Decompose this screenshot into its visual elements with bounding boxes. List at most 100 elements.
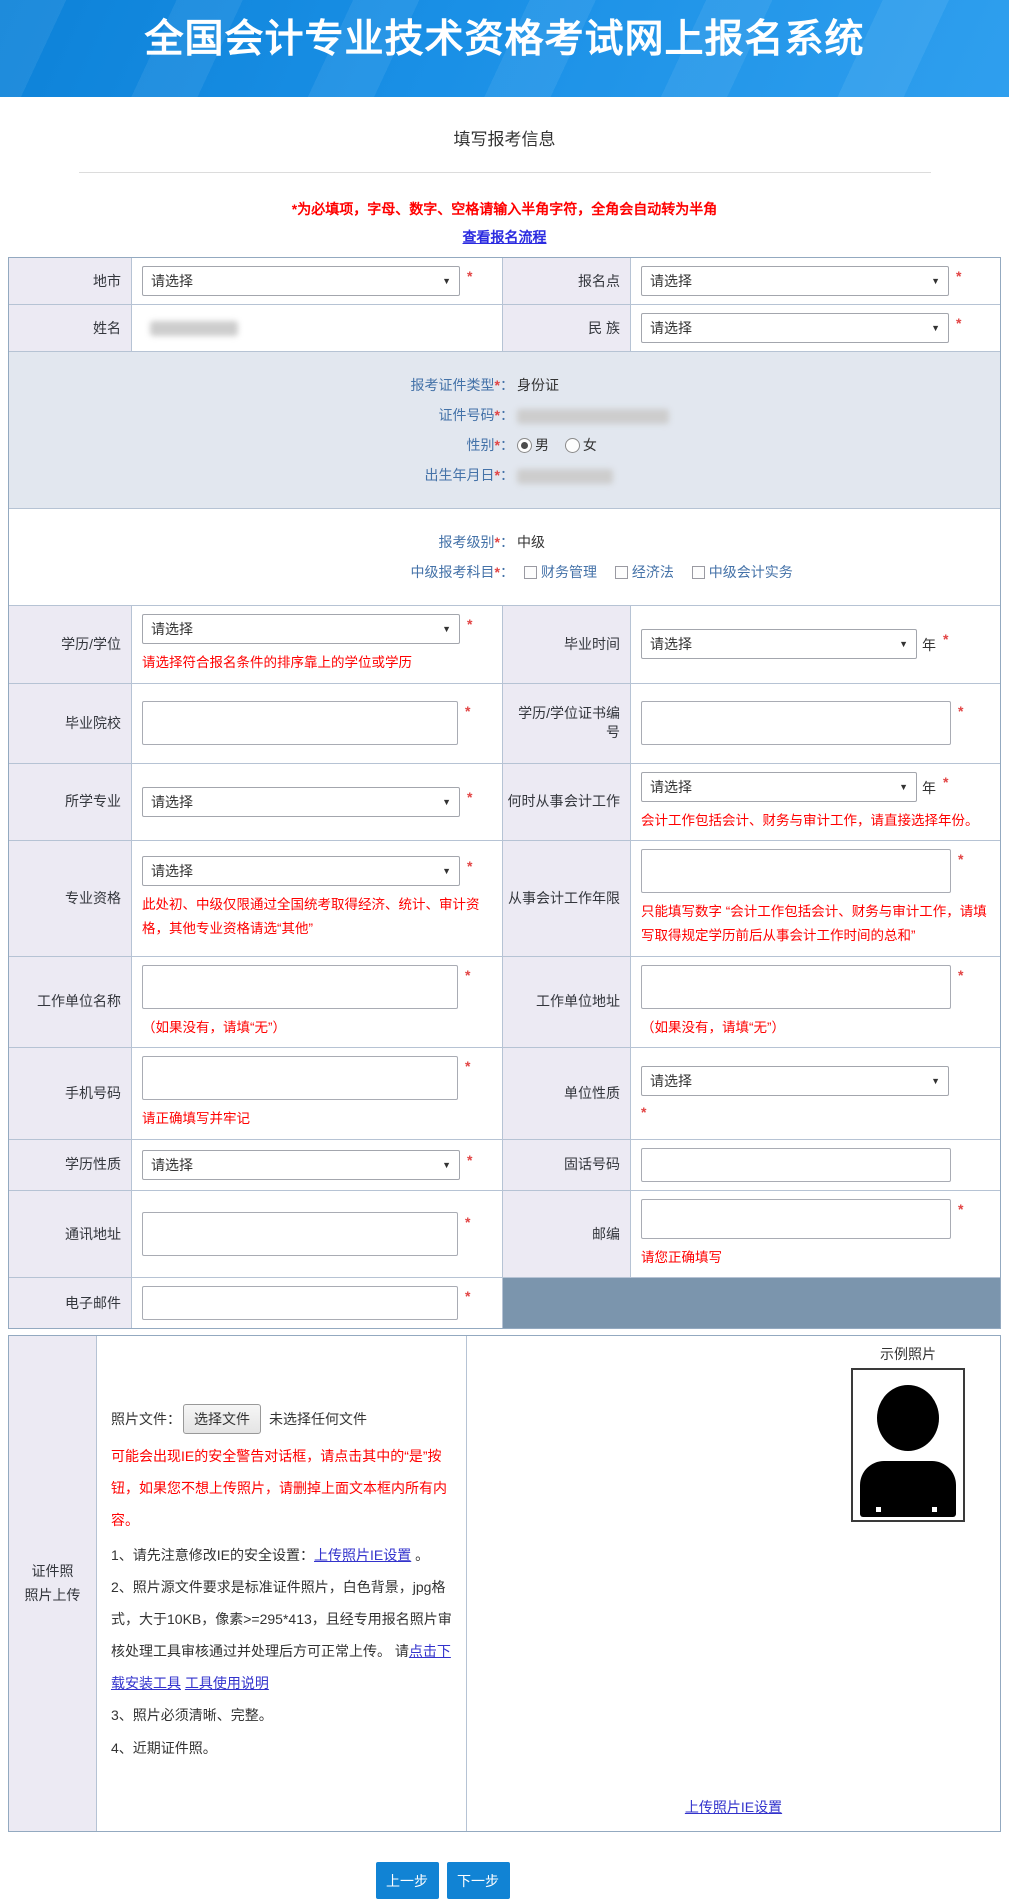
employer-name-input[interactable] (142, 965, 458, 1009)
graduation-year-select[interactable]: 请选择 ▼ (641, 629, 917, 659)
required-mark: * (465, 701, 470, 719)
id-number-value-redacted (517, 409, 669, 424)
work-years-input[interactable] (641, 849, 951, 893)
app-title: 全国会计专业技术资格考试网上报名系统 (144, 0, 864, 64)
registration-form: 地市 请选择 ▼ * 报名点 请选择 ▼ * 姓名 民 族 请选择 ▼ * (8, 257, 1001, 1329)
diploma-number-input[interactable] (641, 701, 951, 745)
id-type-label: 报考证件类型 (411, 377, 495, 393)
ethnicity-select[interactable]: 请选择 ▼ (641, 313, 949, 343)
education-select[interactable]: 请选择 ▼ (142, 614, 460, 644)
chevron-down-icon: ▼ (931, 323, 940, 333)
photo-preview-panel: 示例照片 上传照片IE设置 (467, 1336, 1000, 1831)
upload-photo-ie-settings-link[interactable]: 上传照片IE设置 (685, 1799, 782, 1815)
city-select[interactable]: 请选择 ▼ (142, 266, 460, 296)
photo-file-label: 照片文件： (111, 1409, 181, 1429)
accounting-start-year-hint: 会计工作包括会计、财务与审计工作，请直接选择年份。 (641, 809, 990, 833)
gender-male-radio[interactable] (517, 438, 532, 453)
prev-step-button[interactable]: 上一步 (376, 1862, 439, 1899)
chevron-down-icon: ▼ (931, 1076, 940, 1086)
employer-name-hint: （如果没有，请填“无”） (142, 1016, 492, 1040)
mailing-address-label: 通讯地址 (9, 1191, 132, 1278)
level-value: 中级 (514, 531, 1000, 553)
registration-point-select[interactable]: 请选择 ▼ (641, 266, 949, 296)
required-mark: * (956, 266, 961, 284)
required-mark: * (958, 849, 963, 867)
diploma-number-label: 学历/学位证书编号 (503, 684, 631, 763)
employer-type-select[interactable]: 请选择 ▼ (641, 1066, 949, 1096)
major-select[interactable]: 请选择 ▼ (142, 787, 460, 817)
accounting-start-year-label: 何时从事会计工作 (503, 764, 631, 841)
education-type-label: 学历性质 (9, 1140, 132, 1190)
gender-female-label: 女 (583, 437, 597, 453)
subject-label-intermediate-accounting: 中级会计实务 (709, 564, 793, 580)
employer-address-input[interactable] (641, 965, 951, 1009)
gender-male-label: 男 (535, 437, 549, 453)
year-suffix: 年 (922, 772, 936, 798)
mailing-address-input[interactable] (142, 1212, 458, 1256)
accounting-start-year-select[interactable]: 请选择 ▼ (641, 772, 917, 802)
required-mark: * (467, 787, 472, 805)
qualification-select[interactable]: 请选择 ▼ (142, 856, 460, 886)
landline-label: 固话号码 (503, 1140, 631, 1190)
required-mark: * (641, 1104, 990, 1120)
subject-checkbox-intermediate-accounting[interactable] (692, 566, 705, 579)
view-registration-flow-link[interactable]: 查看报名流程 (463, 229, 547, 245)
gender-label: 性别 (467, 437, 495, 453)
level-label: 报考级别 (439, 534, 495, 550)
divider (79, 172, 931, 173)
photo-instruction-4: 4、近期证件照。 (111, 1732, 452, 1764)
qualification-label: 专业资格 (9, 841, 132, 955)
required-mark: * (465, 1286, 470, 1304)
required-mark: * (465, 1056, 470, 1074)
postcode-hint: 请您正确填写 (641, 1246, 990, 1270)
photo-instruction-3: 3、照片必须清晰、完整。 (111, 1699, 452, 1731)
postcode-label: 邮编 (503, 1191, 631, 1278)
graduation-year-label: 毕业时间 (503, 606, 631, 683)
next-step-button[interactable]: 下一步 (447, 1862, 510, 1899)
email-input[interactable] (142, 1286, 458, 1320)
sample-photo-title: 示例照片 (851, 1344, 965, 1364)
major-label: 所学专业 (9, 764, 132, 841)
id-number-label: 证件号码 (439, 407, 495, 423)
required-mark: * (958, 701, 963, 719)
photo-instruction-2: 2、照片源文件要求是标准证件照片，白色背景，jpg格式，大于10KB，像素>=2… (111, 1571, 452, 1700)
required-note: *为必填项，字母、数字、空格请输入半角字符，全角会自动转为半角 (0, 199, 1009, 219)
education-type-select[interactable]: 请选择 ▼ (142, 1150, 460, 1180)
photo-upload-section: 证件照照片上传 照片文件： 选择文件 未选择任何文件 可能会出现IE的安全警告对… (8, 1335, 1001, 1832)
work-years-hint: 只能填写数字 “会计工作包括会计、财务与审计工作，请填写取得规定学历前后从事会计… (641, 900, 990, 947)
employer-address-hint: （如果没有，请填“无”） (641, 1016, 990, 1040)
tool-usage-link[interactable]: 工具使用说明 (185, 1675, 269, 1691)
required-mark: * (958, 1199, 963, 1217)
subject-label-financial-management: 财务管理 (541, 564, 597, 580)
choose-file-button[interactable]: 选择文件 (183, 1404, 261, 1434)
ie-settings-link[interactable]: 上传照片IE设置 (314, 1547, 411, 1563)
required-mark: * (465, 1212, 470, 1230)
sample-photo (851, 1368, 965, 1522)
name-value-redacted (150, 321, 238, 336)
required-mark: * (467, 614, 472, 632)
chevron-down-icon: ▼ (899, 639, 908, 649)
regpoint-label: 报名点 (503, 258, 631, 304)
chevron-down-icon: ▼ (442, 624, 451, 634)
required-mark: * (956, 313, 961, 331)
level-section: 报考级别*： 中级 中级报考科目*： 财务管理 经济法 中级会计实务 (9, 509, 1000, 606)
photo-instruction-1: 1、请先注意修改IE的安全设置：上传照片IE设置 。 (111, 1539, 452, 1571)
subjects-label: 中级报考科目 (411, 564, 495, 580)
name-label: 姓名 (9, 305, 132, 351)
gender-female-radio[interactable] (565, 438, 580, 453)
subject-checkbox-economic-law[interactable] (615, 566, 628, 579)
no-file-chosen-text: 未选择任何文件 (269, 1409, 367, 1429)
ethnicity-label: 民 族 (503, 305, 631, 351)
subject-checkbox-financial-management[interactable] (524, 566, 537, 579)
required-mark: * (467, 266, 472, 284)
chevron-down-icon: ▼ (931, 276, 940, 286)
chevron-down-icon: ▼ (442, 276, 451, 286)
required-mark: * (943, 772, 948, 790)
landline-input[interactable] (641, 1148, 951, 1182)
required-mark: * (958, 965, 963, 983)
mobile-input[interactable] (142, 1056, 458, 1100)
employer-type-label: 单位性质 (503, 1048, 631, 1139)
graduate-school-input[interactable] (142, 701, 458, 745)
required-mark: * (467, 856, 472, 874)
postcode-input[interactable] (641, 1199, 951, 1239)
